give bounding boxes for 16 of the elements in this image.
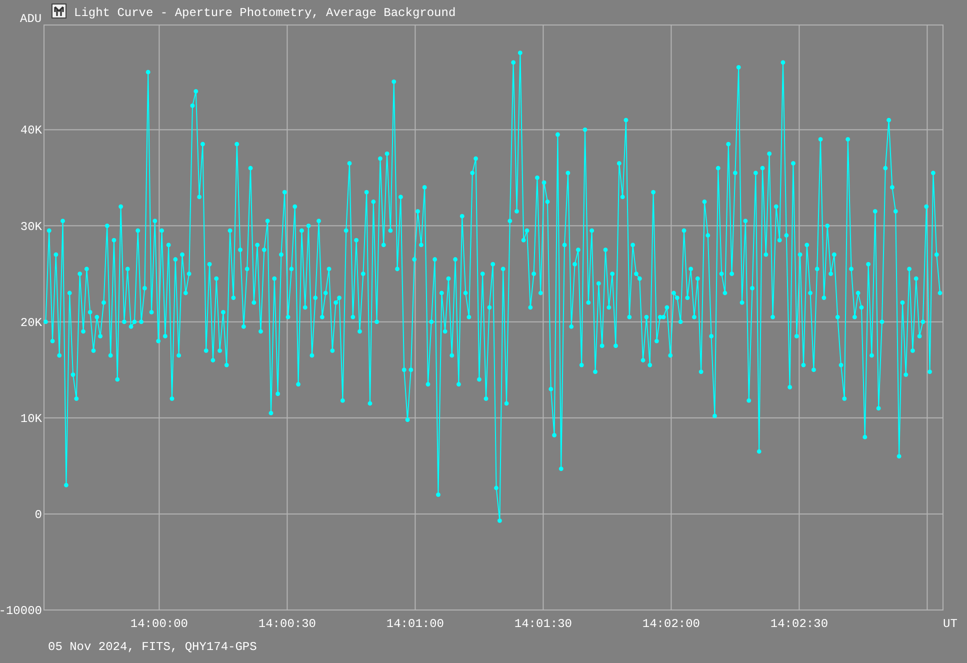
tick-label: 20K [20,316,42,330]
window-title: Light Curve - Aperture Photometry, Average Background [74,6,456,20]
tick-label: 0 [34,508,42,522]
tick-label: 14:00:00 [130,617,188,631]
tick-label: 14:02:00 [642,617,700,631]
tick-label: 14:01:00 [386,617,444,631]
tick-label: 10K [20,412,42,426]
tick-label: 40K [20,124,42,138]
axis-label: ADU [20,12,42,26]
tick-label: -10000 [0,604,42,618]
tick-label: 14:00:30 [258,617,316,631]
tick-label: 30K [20,220,42,234]
tick-label: 14:01:30 [514,617,572,631]
tick-label: 14:02:30 [770,617,828,631]
axis-label: UT [943,617,958,631]
footer-text: 05 Nov 2024, FITS, QHY174-GPS [47,639,257,654]
